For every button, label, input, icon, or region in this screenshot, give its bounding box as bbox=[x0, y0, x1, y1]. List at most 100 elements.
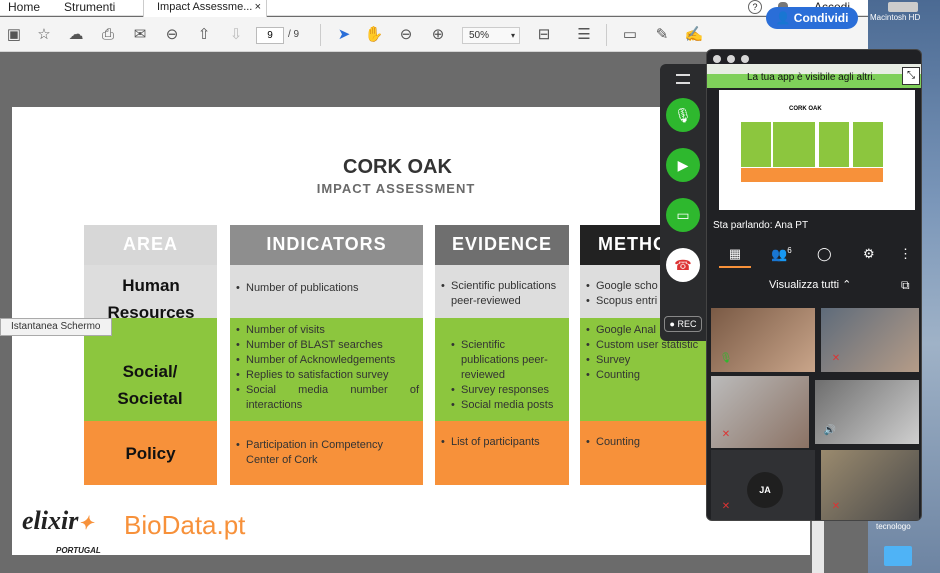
list-item: Number of visits bbox=[234, 323, 419, 338]
people-tab[interactable]: 👥6 bbox=[771, 246, 792, 262]
rec-label: REC bbox=[677, 319, 697, 329]
mic-button[interactable]: 🎙 bbox=[666, 98, 700, 132]
methods-cell-policy: Counting bbox=[580, 421, 710, 485]
list-item: Replies to satisfaction survey bbox=[234, 368, 419, 383]
more-icon[interactable]: ⋮ bbox=[899, 246, 912, 262]
screen-share-button[interactable]: ▭ bbox=[666, 198, 700, 232]
preview-title: CORK OAK bbox=[789, 106, 822, 112]
save-icon[interactable]: ▣ bbox=[4, 25, 24, 45]
highlight-icon[interactable]: ✎ bbox=[652, 25, 672, 45]
rec-indicator[interactable]: ● REC bbox=[664, 316, 702, 332]
comment-icon[interactable]: ▭ bbox=[620, 25, 640, 45]
tab-close-icon[interactable]: × bbox=[255, 0, 261, 14]
participant-tile[interactable]: ✕ bbox=[821, 450, 919, 520]
camera-button[interactable]: ▶ bbox=[666, 148, 700, 182]
list-item: List of participants bbox=[439, 435, 565, 450]
evidence-cell-social: Scientific publications peer-reviewed Su… bbox=[435, 318, 569, 421]
next-page-icon[interactable]: ⇩ bbox=[226, 25, 246, 45]
list-item: Scientific publications peer-reviewed bbox=[439, 279, 565, 309]
tab-label: Impact Assessme... bbox=[157, 1, 253, 13]
participant-tile[interactable]: ✕ bbox=[821, 308, 919, 372]
active-tab-indicator bbox=[719, 266, 751, 268]
share-button[interactable]: 👤 Condividi bbox=[766, 7, 858, 29]
mic-icon: 🎙 bbox=[674, 107, 692, 123]
window-minimize-dot[interactable] bbox=[727, 55, 735, 63]
preview-block bbox=[819, 122, 849, 167]
upload-icon[interactable]: ☁ bbox=[66, 25, 86, 45]
participant-tile[interactable]: ✕ bbox=[711, 376, 809, 448]
page-total: / 9 bbox=[288, 29, 300, 40]
list-item: Participation in Competency Center of Co… bbox=[234, 438, 413, 468]
mic-off-icon: ✕ bbox=[831, 353, 841, 364]
participant-tile[interactable]: JA ✕ bbox=[711, 450, 815, 520]
expand-icon[interactable]: ⤡ bbox=[902, 67, 920, 85]
window-close-dot[interactable] bbox=[713, 55, 721, 63]
shared-screen-preview: CORK OAK bbox=[719, 90, 915, 210]
zoom-in-icon[interactable]: ⊕ bbox=[428, 25, 448, 45]
visible-message: La tua app è visibile agli altri. bbox=[747, 72, 876, 83]
user-plus-icon: 👤 bbox=[775, 11, 794, 25]
zoom-out-search-icon[interactable]: ⊖ bbox=[162, 25, 182, 45]
star-icon[interactable]: ☆ bbox=[34, 25, 54, 45]
people-icon: 👥 bbox=[771, 246, 788, 262]
list-item: Number of BLAST searches bbox=[234, 338, 419, 353]
view-all-select[interactable]: Visualizza tutti ⌃ bbox=[769, 278, 851, 291]
list-item: Counting bbox=[584, 368, 710, 383]
preview-block bbox=[853, 122, 883, 167]
grid-view-tab[interactable]: ▦ bbox=[723, 246, 747, 262]
screen-share-icon: ▭ bbox=[676, 207, 690, 223]
prev-page-icon[interactable]: ⇧ bbox=[194, 25, 214, 45]
menu-tools[interactable]: Strumenti bbox=[64, 0, 115, 14]
gear-icon: ⚙ bbox=[863, 246, 875, 261]
hand-icon[interactable]: ✋ bbox=[364, 25, 384, 45]
cursor-icon[interactable]: ➤ bbox=[334, 25, 354, 45]
scroll-mode-icon[interactable]: ☰ bbox=[574, 25, 594, 45]
divider bbox=[606, 24, 607, 46]
preview-block bbox=[741, 122, 771, 167]
view-all-label: Visualizza tutti bbox=[769, 279, 840, 291]
sign-icon[interactable]: ✍ bbox=[684, 25, 704, 45]
header-area: AREA bbox=[84, 225, 217, 265]
hangup-button[interactable]: ☎ bbox=[666, 248, 700, 282]
call-controls: 🎙 ▶ ▭ ☎ ● REC bbox=[660, 64, 706, 341]
settings-tab[interactable]: ⚙ bbox=[863, 246, 875, 262]
speaker-icon: 🔊 bbox=[823, 425, 837, 436]
folder-label: tecnologo bbox=[876, 522, 911, 531]
zoom-select[interactable]: 50% ▾ bbox=[462, 27, 520, 44]
window-zoom-dot[interactable] bbox=[741, 55, 749, 63]
tab-document[interactable]: Impact Assessme... × bbox=[143, 0, 267, 17]
mic-off-icon: ✕ bbox=[831, 501, 841, 512]
header-indicators: INDICATORS bbox=[230, 225, 423, 265]
list-item: Survey bbox=[584, 353, 710, 368]
page-number-input[interactable]: 9 bbox=[256, 27, 284, 44]
slide-subtitle: IMPACT ASSESSMENT bbox=[316, 181, 476, 196]
active-speaker: Sta parlando: Ana PT bbox=[713, 220, 809, 231]
participant-tile[interactable]: 🎙 bbox=[711, 308, 815, 372]
list-item: Social media posts bbox=[449, 398, 563, 413]
zoom-out-icon[interactable]: ⊖ bbox=[396, 25, 416, 45]
indicators-cell-hr: Number of publications bbox=[230, 265, 423, 318]
people-count: 6 bbox=[787, 246, 792, 255]
menu-home[interactable]: Home bbox=[8, 0, 40, 14]
disk-label: Macintosh HD bbox=[870, 13, 921, 22]
participant-tile[interactable]: 🔊 bbox=[815, 380, 919, 444]
toolbar: ▣ ☆ ☁ ⎙ ✉ ⊖ ⇧ ⇩ 9 / 9 ➤ ✋ ⊖ ⊕ 50% ▾ ⊟ ☰ ▭… bbox=[0, 17, 870, 52]
list-item: Social media number of interactions bbox=[234, 383, 419, 413]
indicators-cell-social: Number of visits Number of BLAST searche… bbox=[230, 318, 423, 421]
print-icon[interactable]: ⎙ bbox=[98, 25, 118, 45]
share-label: Condividi bbox=[793, 11, 849, 25]
indicators-cell-policy: Participation in Competency Center of Co… bbox=[230, 421, 423, 485]
header-evidence: EVIDENCE bbox=[435, 225, 569, 265]
disk-icon[interactable] bbox=[888, 2, 918, 12]
chat-icon: ◯ bbox=[817, 246, 832, 261]
help-icon[interactable]: ? bbox=[748, 0, 762, 14]
pip-icon[interactable]: ⧉ bbox=[901, 278, 910, 293]
folder-icon[interactable] bbox=[884, 546, 912, 566]
screenshot-tooltip: Istantanea Schermo bbox=[0, 318, 112, 336]
fit-page-icon[interactable]: ⊟ bbox=[534, 25, 554, 45]
list-item: Number of Acknowledgements bbox=[234, 353, 419, 368]
hamburger-icon[interactable] bbox=[676, 74, 690, 84]
mail-icon[interactable]: ✉ bbox=[130, 25, 150, 45]
chat-tab[interactable]: ◯ bbox=[817, 246, 832, 262]
list-item: Scientific publications peer-reviewed bbox=[449, 338, 563, 383]
